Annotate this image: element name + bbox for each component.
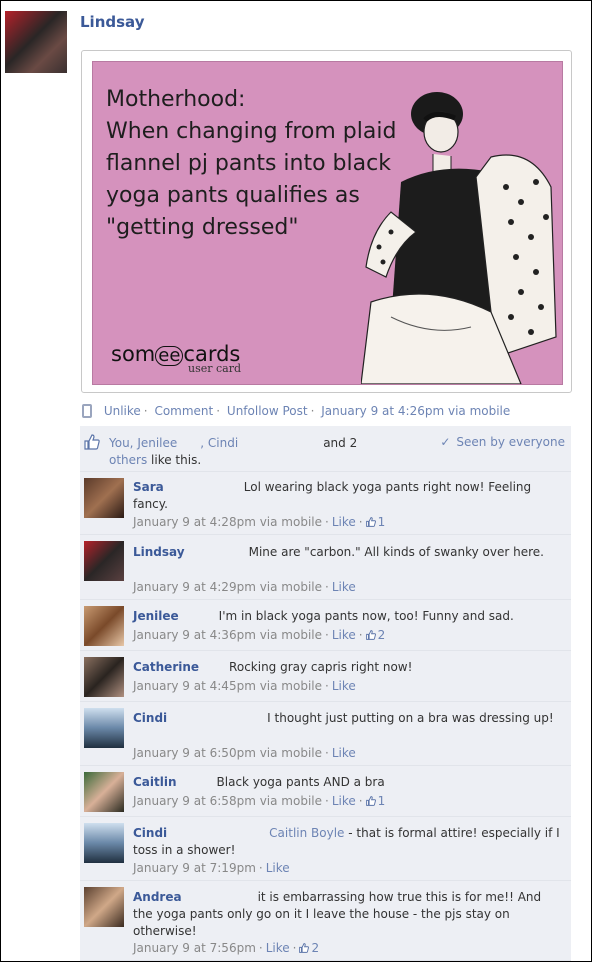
comment-text: it is embarrassing how true this is for … [133,890,542,938]
comment-item: Lindsay Mine are "carbon." All kinds of s… [80,535,571,600]
comment-avatar[interactable] [84,606,124,646]
comment-meta: January 9 at 4:29pm via mobile · Like [133,580,356,594]
comment-item: Cindi Caitlin Boyle - that is formal atti… [80,817,571,881]
post-timestamp[interactable]: January 9 at 4:26pm via mobile [321,404,510,418]
unlike-link[interactable]: Unlike [104,404,141,418]
comment-time[interactable]: January 9 at 4:36pm via mobile [133,628,322,642]
comment-meta: January 9 at 7:56pm · Like · 2 [133,941,320,955]
comment-item: Jenilee I'm in black yoga pants now, too!… [80,600,571,651]
ecard-card: Motherhood: When changing from plaid fla… [92,61,563,385]
comment-text: Mine are "carbon." All kinds of swanky o… [248,545,544,559]
mobile-icon [82,404,92,418]
comment-author[interactable]: Jenilee [133,609,179,623]
thumbs-up-icon [365,630,376,640]
comment-like-link[interactable]: Like [332,794,356,808]
comment-body: Caitlin Black yoga pants AND a bra [133,774,563,791]
comment-meta: January 9 at 4:36pm via mobile · Like · 2 [133,628,386,642]
likes-text: You, Jenilee , Cindi and 2 others like thi… [109,435,399,469]
checkmark-icon: ✓ [440,435,451,449]
comment-like-count[interactable]: 2 [365,628,385,642]
comment-author[interactable]: Cindi [133,711,167,725]
post-actions: Unlike · Comment · Unfollow Post · January … [82,404,510,418]
comment-time[interactable]: January 9 at 6:58pm via mobile [133,794,322,808]
comment-item: Caitlin Black yoga pants AND a bra Januar… [80,766,571,817]
comment-text: Black yoga pants AND a bra [216,775,385,789]
poster-avatar[interactable] [5,11,67,73]
thumbs-up-icon [365,517,376,527]
comment-like-link[interactable]: Like [266,861,290,875]
comment-body: Catherine Rocking gray capris right now! [133,659,563,676]
comment-avatar[interactable] [84,823,124,863]
comment-like-link[interactable]: Like [332,580,356,594]
comment-body: Cindi Caitlin Boyle - that is formal atti… [133,825,563,859]
comment-avatar[interactable] [84,478,124,518]
likes-suffix: like this. [147,453,202,467]
comment-author[interactable]: Sara [133,480,164,494]
comment-body: Lindsay Mine are "carbon." All kinds of s… [133,544,563,561]
comment-avatar[interactable] [84,657,124,697]
comment-text: Lol wearing black yoga pants right now! … [133,480,532,511]
comment-item: Catherine Rocking gray capris right now! … [80,651,571,702]
comment-body: Sara Lol wearing black yoga pants right n… [133,479,563,513]
poster-name[interactable]: Lindsay [80,13,144,31]
thumbs-up-icon [84,434,100,450]
comment-body: Jenilee I'm in black yoga pants now, too!… [133,608,563,625]
comment-like-link[interactable]: Like [332,515,356,529]
comment-meta: January 9 at 6:50pm via mobile · Like [133,746,356,760]
comment-avatar[interactable] [84,541,124,581]
comment-text: - that is formal attire! especially if I… [133,826,560,857]
comment-item: Sara Lol wearing black yoga pants right n… [80,472,571,535]
liker-cindi[interactable]: , Cindi [200,436,238,450]
comment-time[interactable]: January 9 at 4:29pm via mobile [133,580,322,594]
comment-body: Cindi I thought just putting on a bra was… [133,710,563,727]
comment-like-count[interactable]: 1 [365,515,385,529]
comment-author[interactable]: Caitlin [133,775,177,789]
comment-item: Andrea it is embarrassing how true this i… [80,881,571,961]
comment-meta: January 9 at 4:28pm via mobile · Like · 1 [133,515,386,529]
comment-time[interactable]: January 9 at 7:56pm [133,941,256,955]
user-card-label: user card [188,362,242,375]
comment-meta: January 9 at 7:19pm · Like [133,861,290,875]
likers-you-jenilee[interactable]: You, Jenilee [109,436,177,450]
comment-avatar[interactable] [84,887,124,927]
comment-avatar[interactable] [84,772,124,812]
mention-link[interactable]: Caitlin Boyle [269,826,344,840]
comment-time[interactable]: January 9 at 4:28pm via mobile [133,515,322,529]
comment-time[interactable]: January 9 at 6:50pm via mobile [133,746,322,760]
comment-time[interactable]: January 9 at 7:19pm [133,861,256,875]
comment-body: Andrea it is embarrassing how true this i… [133,889,563,940]
likes-others-link[interactable]: others [109,453,147,467]
thumbs-up-icon [299,943,310,953]
comment-avatar[interactable] [84,708,124,748]
comment-author[interactable]: Cindi [133,826,167,840]
ecard-image[interactable]: Motherhood: When changing from plaid fla… [81,50,572,393]
comment-meta: January 9 at 6:58pm via mobile · Like · 1 [133,794,386,808]
comment-meta: January 9 at 4:45pm via mobile · Like [133,679,356,693]
comment-like-link[interactable]: Like [266,941,290,955]
comment-like-link[interactable]: Like [332,679,356,693]
comment-like-link[interactable]: Like [332,746,356,760]
thumbs-up-icon [365,796,376,806]
likes-and-count: and 2 [323,436,358,450]
comment-item: Cindi I thought just putting on a bra was… [80,702,571,766]
likes-summary: You, Jenilee , Cindi and 2 others like thi… [80,426,571,472]
comment-author[interactable]: Andrea [133,890,182,904]
comment-time[interactable]: January 9 at 4:45pm via mobile [133,679,322,693]
comment-like-link[interactable]: Like [332,628,356,642]
seen-by-everyone[interactable]: ✓ Seen by everyone [440,435,565,449]
comment-author[interactable]: Catherine [133,660,199,674]
comment-like-count[interactable]: 2 [299,941,319,955]
comment-text: I'm in black yoga pants now, too! Funny … [218,609,514,623]
unfollow-post-link[interactable]: Unfollow Post [227,404,308,418]
comment-link[interactable]: Comment [154,404,213,418]
comment-like-count[interactable]: 1 [365,794,385,808]
comment-text: I thought just putting on a bra was dres… [267,711,554,725]
ecard-illustration [361,92,557,384]
comment-author[interactable]: Lindsay [133,545,185,559]
comment-text: Rocking gray capris right now! [229,660,413,674]
